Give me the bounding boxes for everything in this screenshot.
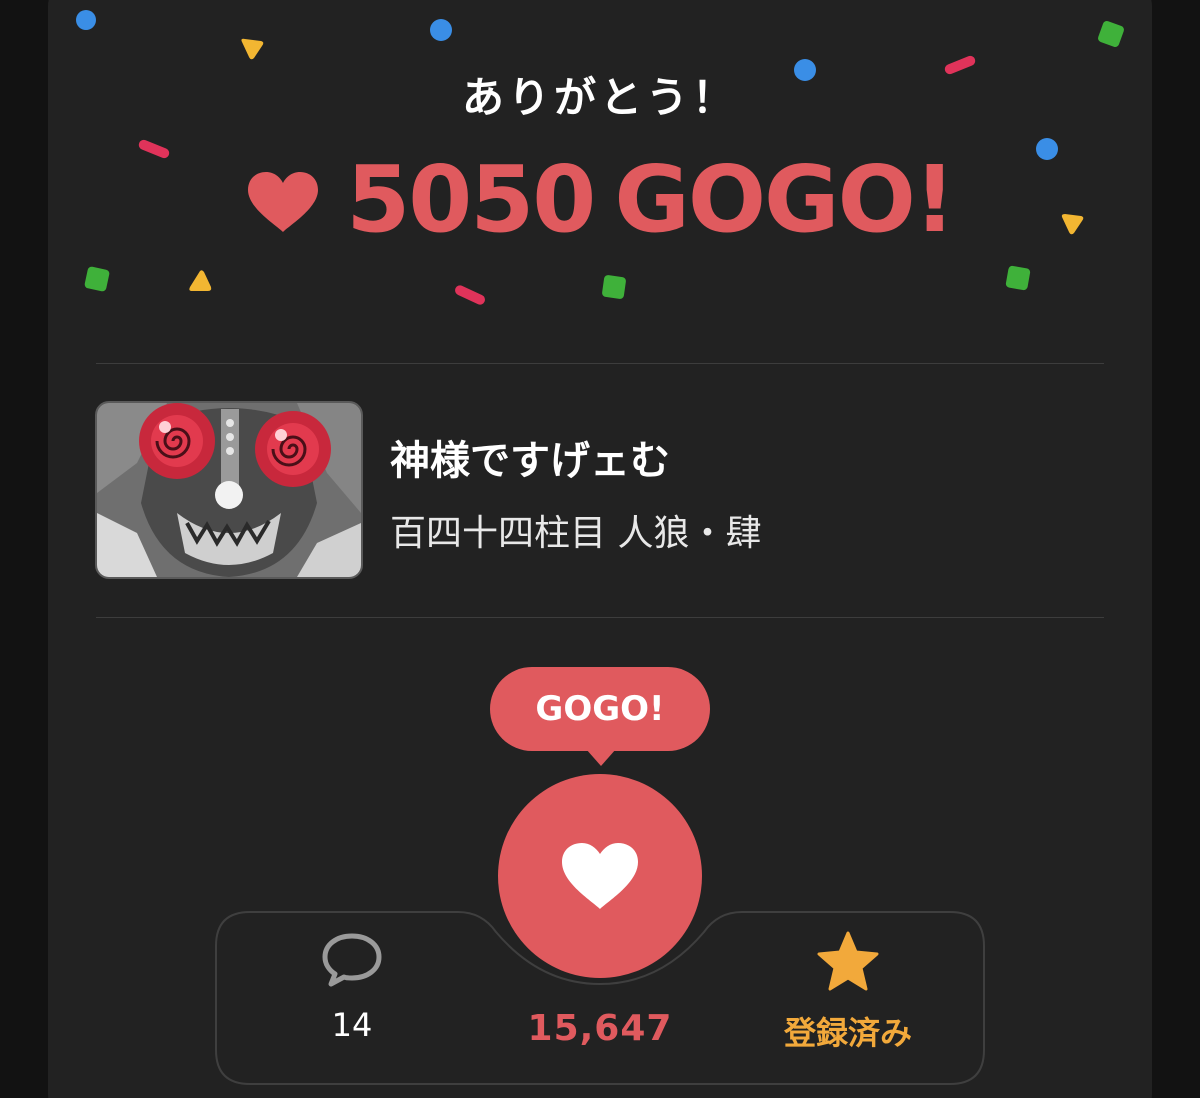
manga-thumbnail[interactable] <box>95 401 363 579</box>
gogo-button[interactable] <box>498 774 702 978</box>
gogo-bubble: GOGO! <box>490 667 710 751</box>
gogo-count: 15,647 <box>527 1008 673 1049</box>
episode-title: 百四十四柱目 人狼・肆 <box>390 513 762 554</box>
manga-thumbnail-art <box>97 403 361 577</box>
confetti-dot <box>430 19 452 41</box>
comment-count: 14 <box>331 1006 373 1044</box>
register-button[interactable]: 登録済み <box>760 930 936 1054</box>
confetti-triangle <box>189 270 212 291</box>
speech-bubble-icon <box>322 933 382 987</box>
confetti-square <box>1005 265 1031 291</box>
gogo-amount: 5050 GOGO! <box>346 154 955 246</box>
divider <box>96 617 1104 618</box>
heart-icon <box>562 843 638 909</box>
work-title[interactable]: 神様ですげェむ <box>390 428 670 486</box>
gogo-result-screen: ありがとう！ 5050 GOGO! 神様ですげェむ 百四十四柱目 人狼・肆 GO… <box>0 0 1200 1098</box>
confetti-triangle <box>241 38 264 60</box>
divider <box>96 363 1104 364</box>
gogo-amount-banner: 5050 GOGO! <box>0 145 1200 255</box>
confetti-dot <box>76 10 96 30</box>
star-icon <box>817 931 879 991</box>
confetti-square <box>601 274 627 300</box>
comment-button[interactable]: 14 <box>292 932 412 1044</box>
gogo-bubble-tail <box>586 749 616 766</box>
gogo-amount-label: GOGO! <box>614 146 955 253</box>
gogo-amount-number: 5050 <box>346 146 596 253</box>
heart-icon <box>248 172 319 232</box>
thanks-message: ありがとう！ <box>461 73 738 122</box>
confetti-square <box>83 265 111 293</box>
register-label: 登録済み <box>783 1014 912 1052</box>
